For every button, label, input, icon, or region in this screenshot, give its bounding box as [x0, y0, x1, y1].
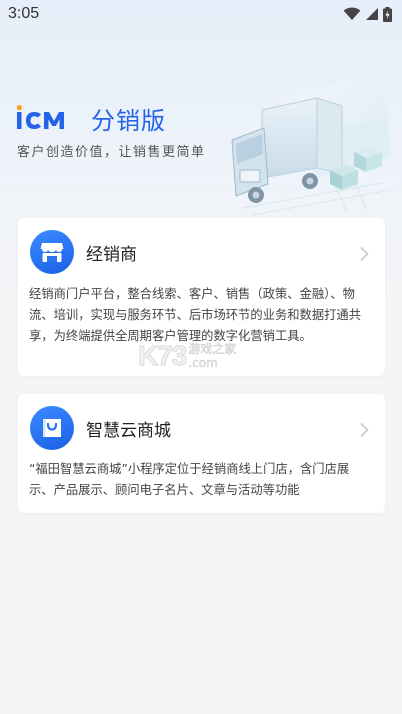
card-title: 智慧云商城	[86, 420, 171, 441]
slogan: 客户创造价值，让销售更简单	[17, 145, 206, 160]
hero-header: 分销版 客户创造价值，让销售更简单	[0, 28, 402, 216]
signal-icon	[365, 7, 379, 21]
shopping-bag-icon	[30, 406, 74, 450]
card-header: 经销商	[30, 230, 137, 274]
card-header: 智慧云商城	[30, 406, 171, 450]
chevron-right-icon[interactable]	[359, 246, 369, 266]
truck-illustration	[222, 73, 392, 222]
battery-charging-icon	[383, 6, 392, 22]
card-description: “福田智慧云商城”小程序定位于经销商线上门店，含门店展示、产品展示、顾问电子名片…	[29, 462, 350, 497]
card-title: 经销商	[86, 244, 137, 265]
icm-logo	[17, 104, 81, 134]
chevron-right-icon[interactable]	[359, 422, 369, 442]
status-bar: 3:05	[0, 0, 402, 28]
card-dealer[interactable]: 经销商 经销商门户平台，整合线索、客户、销售（政策、金融）、物流、培训，实现与服…	[18, 218, 385, 376]
card-smart-mall[interactable]: 智慧云商城 “福田智慧云商城”小程序定位于经销商线上门店，含门店展示、产品展示、…	[18, 394, 385, 513]
card-description: 经销商门户平台，整合线索、客户、销售（政策、金融）、物流、培训，实现与服务环节、…	[29, 287, 362, 343]
app-name: 分销版	[91, 107, 166, 135]
status-time: 3:05	[8, 5, 40, 22]
wifi-icon	[343, 7, 361, 21]
logo-row: 分销版	[17, 101, 166, 136]
store-icon	[30, 230, 74, 274]
status-icons	[343, 6, 392, 22]
